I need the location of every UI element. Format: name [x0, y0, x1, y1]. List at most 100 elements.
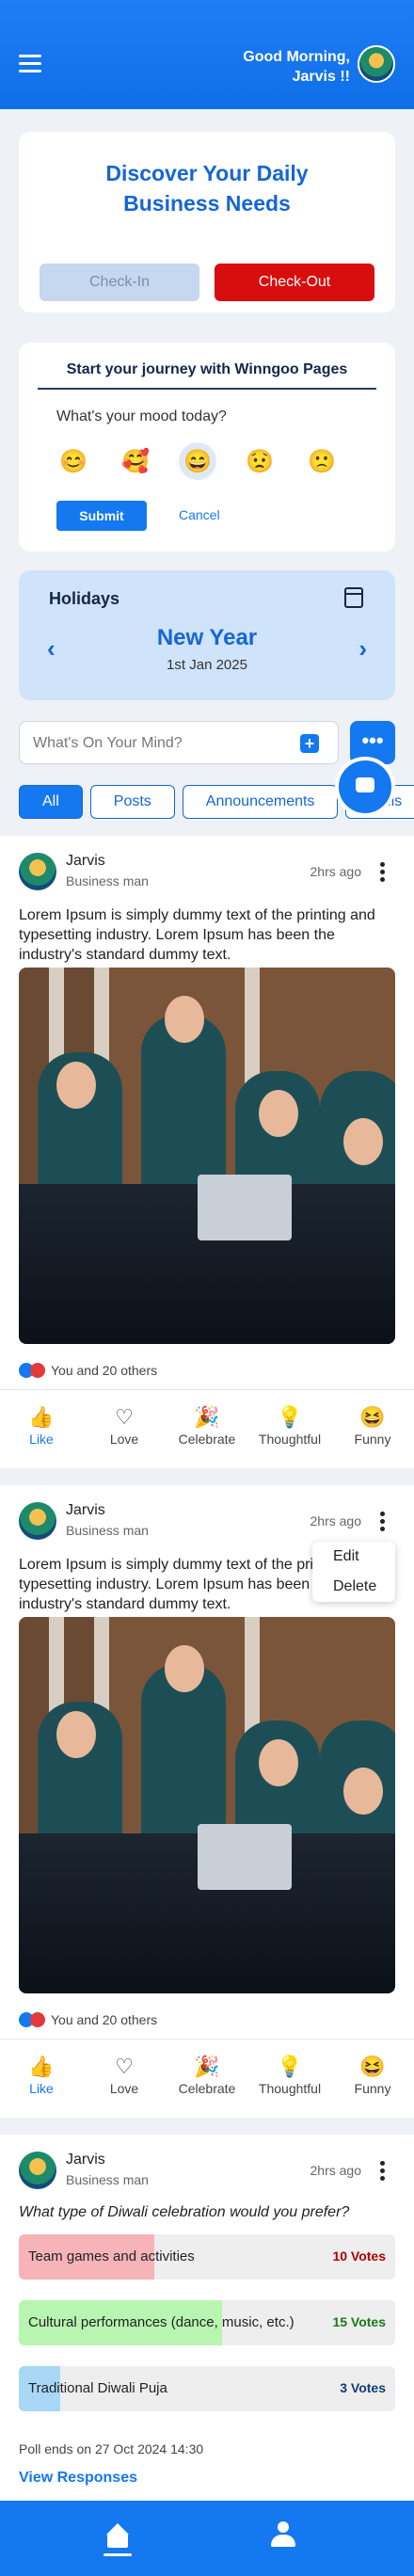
post-time: 2hrs ago	[310, 1513, 361, 1528]
chat-icon[interactable]	[335, 757, 395, 817]
avatar[interactable]	[358, 45, 395, 83]
laugh-icon: 😆	[359, 2055, 386, 2078]
post-composer-input[interactable]: What's On Your Mind? +	[19, 721, 339, 764]
funny-button[interactable]: 😆 Funny	[331, 2040, 414, 2114]
laugh-icon: 😆	[359, 1405, 386, 1429]
poll-option-label: Traditional Diwali Puja	[28, 2380, 167, 2396]
celebrate-button[interactable]: 🎉 Celebrate	[166, 1390, 248, 1464]
composer-placeholder: What's On Your Mind?	[33, 735, 183, 751]
checkin-button[interactable]: Check-In	[40, 264, 199, 301]
edit-menu-item[interactable]: Edit	[312, 1542, 395, 1572]
emoji-sad[interactable]: 🙁	[303, 442, 341, 480]
mood-card: Start your journey with Winngoo Pages Wh…	[19, 343, 395, 552]
filter-all[interactable]: All	[19, 785, 83, 819]
poll-option-votes: 10 Votes	[332, 2248, 386, 2264]
reaction-summary[interactable]: You and 20 others	[19, 2012, 157, 2027]
profile-icon[interactable]	[271, 2521, 295, 2548]
emoji-love[interactable]: 🥰	[117, 442, 154, 480]
post-role: Business man	[66, 1523, 149, 1538]
poll-question: What type of Diwali celebration would yo…	[19, 2204, 350, 2220]
holiday-name: New Year	[156, 625, 258, 650]
emoji-smile[interactable]: 😊	[55, 442, 92, 480]
image-head	[56, 1711, 96, 1758]
poll-card: Jarvis Business man 2hrs ago What type o…	[0, 2135, 414, 2511]
post-role: Business man	[66, 873, 149, 888]
avatar[interactable]	[19, 1502, 56, 1540]
image-head	[165, 1645, 204, 1692]
greeting-line2: Jarvis !!	[292, 69, 350, 85]
post-author[interactable]: Jarvis	[66, 2152, 105, 2168]
post-image[interactable]	[19, 1617, 395, 1993]
mood-question: What's your mood today?	[56, 408, 227, 424]
image-laptop	[198, 1175, 292, 1240]
emoji-grin[interactable]: 😄	[179, 442, 216, 480]
active-indicator	[104, 2553, 132, 2556]
post-time: 2hrs ago	[310, 864, 361, 879]
poll-end-date: Poll ends on 27 Oct 2024 14:30	[19, 2441, 204, 2456]
image-head	[56, 1062, 96, 1109]
party-icon: 🎉	[194, 2055, 220, 2078]
discover-card: Discover Your Daily Business Needs Check-…	[19, 132, 395, 312]
reaction-count: You and 20 others	[51, 1363, 158, 1378]
image-head	[165, 996, 204, 1043]
love-button[interactable]: ♡ Love	[83, 1390, 166, 1464]
holidays-label: Holidays	[49, 589, 120, 608]
poll-option[interactable]: Traditional Diwali Puja 3 Votes	[19, 2366, 395, 2411]
poll-option[interactable]: Team games and activities 10 Votes	[19, 2234, 395, 2280]
kebab-menu-icon[interactable]	[380, 2161, 386, 2182]
image-laptop	[198, 1824, 292, 1890]
thoughtful-button[interactable]: 💡 Thoughtful	[248, 2040, 331, 2114]
poll-option[interactable]: Cultural performances (dance, music, etc…	[19, 2300, 395, 2345]
poll-option-votes: 3 Votes	[340, 2380, 386, 2395]
greeting: Good Morning, Jarvis !!	[243, 47, 350, 87]
post-role: Business man	[66, 2172, 149, 2187]
post-actions: 👍 Like ♡ Love 🎉 Celebrate 💡 Thoughtful 😆 Funn…	[0, 1389, 414, 1464]
emoji-row: 😊 🥰 😄 😟 🙁	[55, 442, 395, 480]
thumbs-up-icon: 👍	[28, 1405, 55, 1429]
post-author[interactable]: Jarvis	[66, 1502, 105, 1519]
filter-announcements[interactable]: Announcements	[182, 785, 339, 819]
emoji-worried[interactable]: 😟	[241, 442, 279, 480]
post-author[interactable]: Jarvis	[66, 853, 105, 870]
filter-posts[interactable]: Posts	[89, 785, 175, 819]
kebab-menu-icon[interactable]	[380, 862, 386, 883]
poll-option-label: Team games and activities	[28, 2248, 195, 2264]
greeting-line1: Good Morning,	[243, 49, 350, 65]
delete-menu-item[interactable]: Delete	[312, 1572, 395, 1602]
image-head	[343, 1118, 383, 1165]
holidays-card: Holidays ‹ › New Year 1st Jan 2025	[19, 570, 395, 700]
cancel-button[interactable]: Cancel	[179, 507, 220, 522]
checkout-button[interactable]: Check-Out	[215, 264, 374, 301]
kebab-menu-icon[interactable]	[380, 1512, 386, 1532]
love-button[interactable]: ♡ Love	[83, 2040, 166, 2114]
avatar[interactable]	[19, 2152, 56, 2189]
post-options-menu: Edit Delete	[312, 1542, 395, 1602]
reaction-count: You and 20 others	[51, 2012, 158, 2027]
bulb-icon: 💡	[277, 1405, 303, 1429]
post-image[interactable]	[19, 968, 395, 1344]
image-head	[259, 1739, 298, 1786]
calendar-icon[interactable]	[344, 587, 363, 608]
post-card: Jarvis Business man 2hrs ago Lorem Ipsum…	[0, 1485, 414, 2118]
post-time: 2hrs ago	[310, 2163, 361, 2178]
home-icon[interactable]	[105, 2523, 130, 2548]
funny-button[interactable]: 😆 Funny	[331, 1390, 414, 1464]
poll-option-votes: 15 Votes	[332, 2314, 386, 2329]
app-header: Good Morning, Jarvis !!	[0, 0, 414, 109]
submit-button[interactable]: Submit	[56, 501, 147, 531]
poll-option-label: Cultural performances (dance, music, etc…	[28, 2314, 295, 2330]
like-button[interactable]: 👍 Like	[0, 2040, 83, 2114]
reaction-summary[interactable]: You and 20 others	[19, 1363, 157, 1378]
menu-icon[interactable]	[19, 55, 41, 73]
post-text: Lorem Ipsum is simply dummy text of the …	[19, 907, 375, 963]
view-responses-link[interactable]: View Responses	[19, 2470, 137, 2487]
avatar[interactable]	[19, 853, 56, 890]
thoughtful-button[interactable]: 💡 Thoughtful	[248, 1390, 331, 1464]
celebrate-button[interactable]: 🎉 Celebrate	[166, 2040, 248, 2114]
add-icon[interactable]: +	[300, 734, 319, 753]
party-icon: 🎉	[194, 1405, 220, 1429]
like-button[interactable]: 👍 Like	[0, 1390, 83, 1464]
bottom-nav	[0, 2501, 414, 2576]
mood-title: Start your journey with Winngoo Pages	[66, 361, 348, 377]
love-reaction-icon	[30, 1363, 45, 1378]
